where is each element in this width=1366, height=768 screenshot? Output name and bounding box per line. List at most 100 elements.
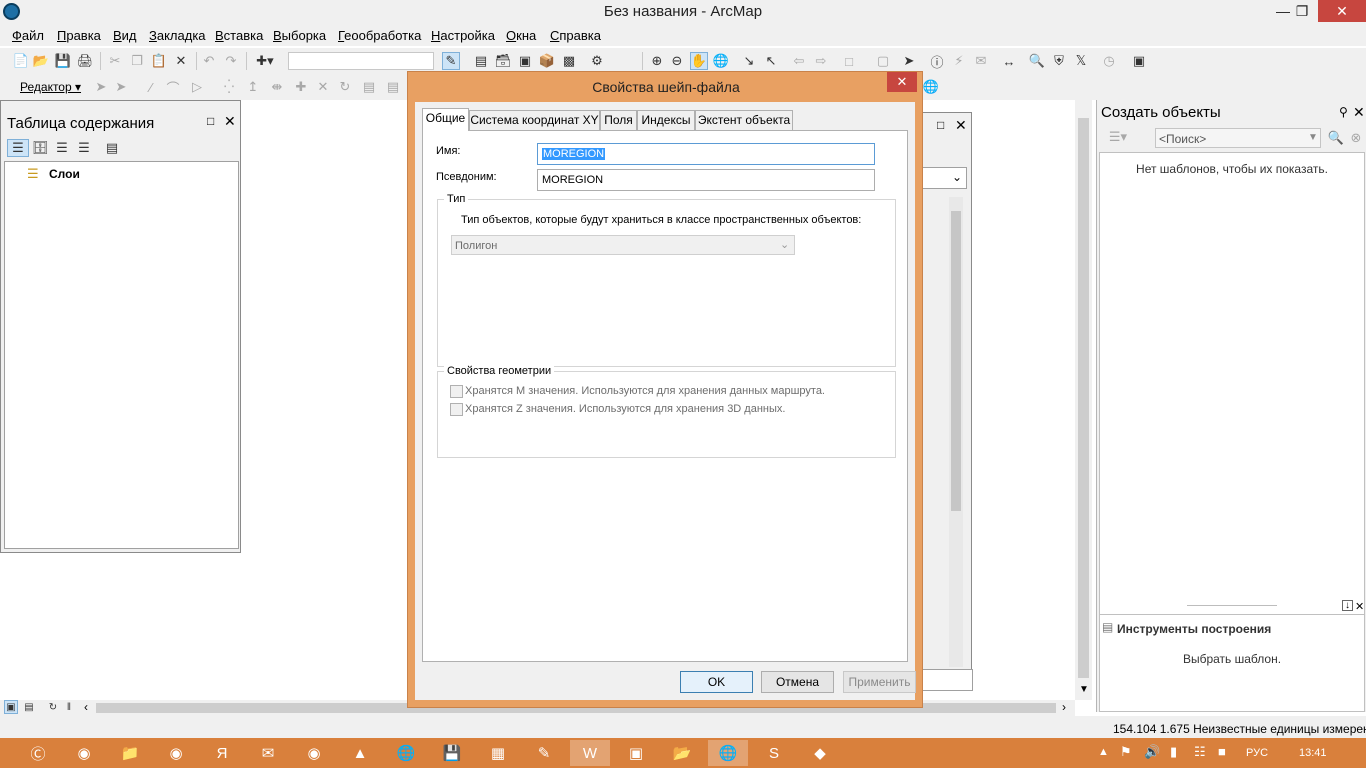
save-app-icon[interactable]: 💾: [432, 740, 472, 766]
scroll-left-icon[interactable]: ‹: [84, 700, 88, 714]
globe-icon[interactable]: 🌐: [922, 78, 940, 96]
rotate-icon[interactable]: ✕: [314, 78, 332, 96]
find-icon[interactable]: 🔍: [1028, 52, 1046, 70]
media-player-icon[interactable]: ◉: [64, 740, 104, 766]
search-icon[interactable]: 🔍: [1327, 129, 1345, 147]
catalog-icon[interactable]: 🗃: [494, 52, 512, 70]
network-icon[interactable]: ☷: [1194, 744, 1206, 760]
time-slider-icon[interactable]: ◷: [1100, 52, 1118, 70]
close-icon[interactable]: ✕: [1318, 0, 1366, 22]
sketch-properties-icon[interactable]: ▤: [360, 78, 378, 96]
create-features-close-icon[interactable]: ✕: [1353, 104, 1365, 121]
globe-app-icon[interactable]: 🌐: [386, 740, 426, 766]
trace-icon[interactable]: ▷: [188, 78, 206, 96]
scroll-right-icon[interactable]: ›: [1062, 700, 1066, 714]
arctoolbox-icon[interactable]: 📦: [538, 52, 556, 70]
list-by-visibility-icon[interactable]: ☰: [53, 139, 71, 157]
menu-edit[interactable]: Правка: [57, 28, 101, 43]
cancel-button[interactable]: Отмена: [761, 671, 834, 693]
select-elements-icon[interactable]: ➤: [900, 52, 918, 70]
restore-icon[interactable]: ❐: [1284, 0, 1320, 22]
feature-type-select[interactable]: Полигон ⌄: [451, 235, 795, 255]
reshape-icon[interactable]: ↥: [244, 78, 262, 96]
menu-geoprocessing[interactable]: Геообработка: [338, 28, 421, 43]
menu-help[interactable]: Справка: [550, 28, 601, 43]
file-explorer-icon[interactable]: 📁: [110, 740, 150, 766]
map-scale-combo[interactable]: [288, 52, 434, 70]
app-icon[interactable]: ◆: [800, 740, 840, 766]
list-by-selection-icon[interactable]: ☰: [75, 139, 93, 157]
menu-windows[interactable]: Окна: [506, 28, 536, 43]
html-popup-icon[interactable]: ✉: [972, 52, 990, 70]
map-vscroll[interactable]: ▼: [1075, 100, 1092, 700]
edit-vertices-icon[interactable]: ⁛: [220, 78, 238, 96]
clear-search-icon[interactable]: ⊗: [1347, 129, 1365, 147]
volume-icon[interactable]: 🔊: [1144, 744, 1160, 760]
edit-annotation-icon[interactable]: ➤: [112, 78, 130, 96]
tab-fields[interactable]: Поля: [600, 110, 637, 130]
new-document-icon[interactable]: 📄: [12, 52, 30, 70]
tab-indexes[interactable]: Индексы: [637, 110, 695, 130]
tab-general[interactable]: Общие: [422, 108, 469, 131]
back-extent-icon[interactable]: ⇦: [790, 52, 808, 70]
full-extent-icon[interactable]: 🌐: [712, 52, 730, 70]
find-route-icon[interactable]: ⛨: [1050, 52, 1068, 70]
save-icon[interactable]: 💾: [54, 52, 72, 70]
forward-extent-icon[interactable]: ⇨: [812, 52, 830, 70]
mail-icon[interactable]: ✉: [248, 740, 288, 766]
python-window-icon[interactable]: ▩: [560, 52, 578, 70]
search-window-icon[interactable]: ▣: [516, 52, 534, 70]
collapse-icon[interactable]: ↓: [1342, 600, 1353, 611]
firefox-icon[interactable]: ◉: [156, 740, 196, 766]
excel-icon[interactable]: ▦: [478, 740, 518, 766]
dialog-close-icon[interactable]: ✕: [887, 72, 917, 92]
create-viewer-icon[interactable]: ▣: [1130, 52, 1148, 70]
alias-field[interactable]: MOREGION: [537, 169, 875, 191]
ie-icon[interactable]: Ⓒ: [18, 740, 58, 766]
menu-selection[interactable]: Выборка: [273, 28, 326, 43]
table-of-contents-icon[interactable]: ▤: [472, 52, 490, 70]
bg-vscroll[interactable]: [949, 197, 963, 667]
add-data-icon[interactable]: ✚▾: [250, 52, 280, 70]
print-icon[interactable]: 🖨: [76, 52, 94, 70]
menu-file[interactable]: Файл: [12, 28, 44, 43]
pin-icon[interactable]: ⚲: [1339, 105, 1348, 119]
zoom-out-icon[interactable]: ⊖: [668, 52, 686, 70]
z-values-checkbox[interactable]: [450, 403, 463, 416]
undo-icon[interactable]: ↶: [200, 52, 218, 70]
select-features-icon[interactable]: □: [840, 52, 858, 70]
pan-icon[interactable]: ✋: [690, 52, 708, 70]
fixed-zoom-out-icon[interactable]: ↖: [762, 52, 780, 70]
clear-selection-icon[interactable]: ▢: [874, 52, 892, 70]
list-by-drawing-order-icon[interactable]: ☰: [7, 139, 29, 157]
options-icon[interactable]: ▤: [103, 139, 121, 157]
pause-drawing-icon[interactable]: ‖: [62, 700, 76, 714]
battery-icon[interactable]: ▮: [1170, 744, 1177, 760]
layers-root[interactable]: Слои: [49, 167, 80, 181]
fixed-zoom-in-icon[interactable]: ↘: [740, 52, 758, 70]
menu-insert[interactable]: Вставка: [215, 28, 263, 43]
yandex-browser-icon[interactable]: ◉: [294, 740, 334, 766]
delete-icon[interactable]: ✕: [172, 52, 190, 70]
attributes-icon[interactable]: ↻: [336, 78, 354, 96]
open-folder-icon[interactable]: 📂: [32, 52, 50, 70]
name-field[interactable]: MOREGION: [537, 143, 875, 165]
data-view-icon[interactable]: ▣: [4, 700, 18, 714]
acrobat-icon[interactable]: ▲: [340, 740, 380, 766]
edit-tool-icon[interactable]: ➤: [92, 78, 110, 96]
menu-customize[interactable]: Настройка: [431, 28, 495, 43]
go-to-xy-icon[interactable]: 𝕏: [1072, 52, 1090, 70]
identify-icon[interactable]: ⓘ: [928, 52, 946, 70]
refresh-icon[interactable]: ↻: [46, 700, 60, 714]
yandex-icon[interactable]: Я: [202, 740, 242, 766]
template-search-input[interactable]: <Поиск> ▼: [1155, 128, 1321, 148]
tab-xy-coordinate-system[interactable]: Система координат XY: [469, 110, 600, 130]
paste-icon[interactable]: 📋: [150, 52, 168, 70]
bg-dock-icon[interactable]: □: [937, 118, 944, 132]
toc-dock-icon[interactable]: □: [207, 114, 214, 128]
tools-close-icon[interactable]: ✕: [1355, 600, 1364, 613]
cut-icon[interactable]: ✂: [106, 52, 124, 70]
arcmap-taskbar-icon[interactable]: 🌐: [708, 740, 748, 766]
clock[interactable]: 13:41: [1299, 747, 1327, 759]
tray-expand-icon[interactable]: ▲: [1098, 746, 1109, 758]
